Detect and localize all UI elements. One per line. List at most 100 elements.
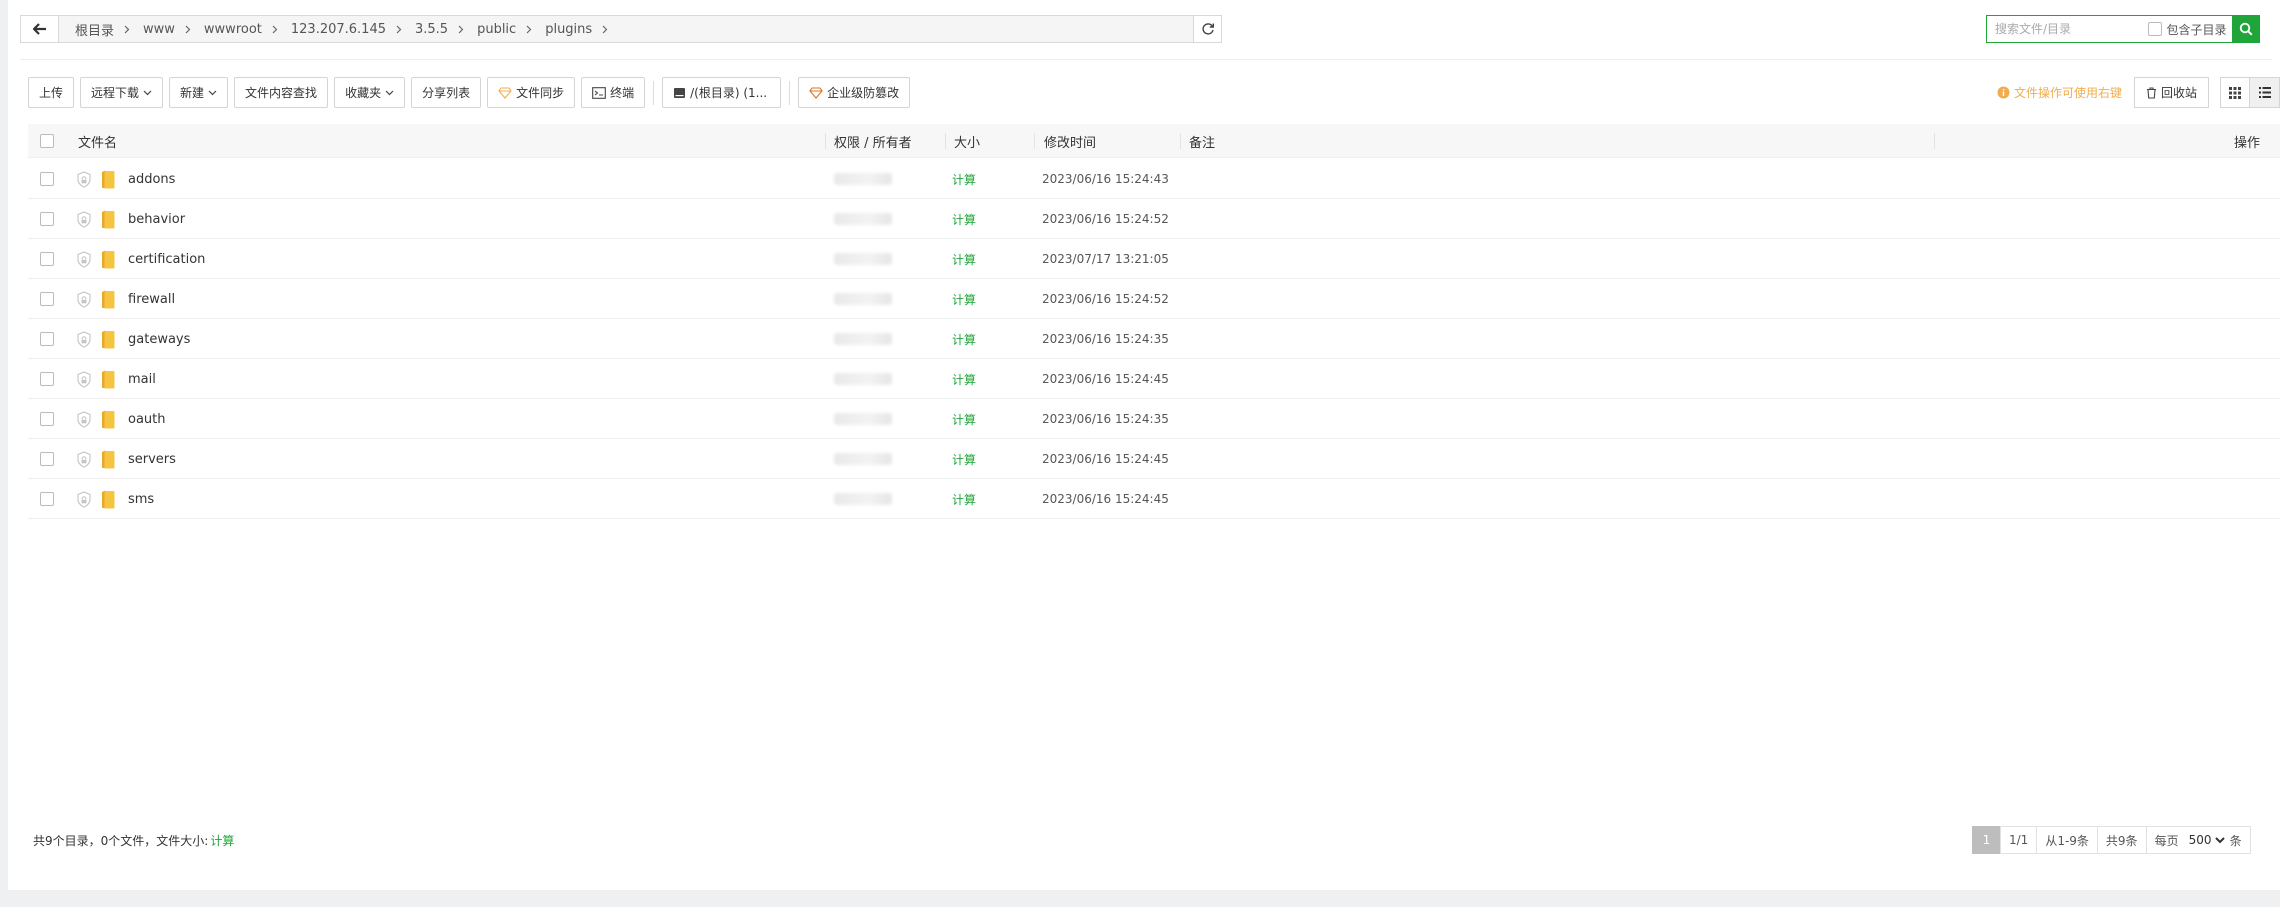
column-permission[interactable]: 权限 / 所有者: [834, 124, 912, 158]
column-name[interactable]: 文件名: [78, 124, 117, 158]
table-row[interactable]: sms 计算 2023/06/16 15:24:45: [28, 479, 2280, 519]
size-calc-link[interactable]: 计算: [952, 211, 976, 228]
lock-shield-icon[interactable]: [76, 439, 92, 479]
include-subdir-checkbox[interactable]: [2148, 22, 2163, 36]
size-calc-link[interactable]: 计算: [952, 331, 976, 348]
column-mtime[interactable]: 修改时间: [1044, 124, 1096, 158]
folder-icon: [101, 399, 115, 439]
breadcrumb-item[interactable]: www: [143, 22, 204, 37]
row-checkbox[interactable]: [40, 212, 54, 226]
column-size[interactable]: 大小: [954, 124, 980, 158]
lock-shield-icon[interactable]: [76, 159, 92, 199]
refresh-button[interactable]: [1193, 16, 1221, 42]
table-row[interactable]: behavior 计算 2023/06/16 15:24:52: [28, 199, 2280, 239]
page-total: 1/1: [2000, 826, 2038, 854]
size-calc-link[interactable]: 计算: [952, 291, 976, 308]
table-row[interactable]: firewall 计算 2023/06/16 15:24:52: [28, 279, 2280, 319]
lock-shield-icon[interactable]: [76, 359, 92, 399]
info-icon: [1997, 86, 2010, 99]
page-range: 从1-9条: [2036, 826, 2098, 854]
permission-owner[interactable]: [834, 399, 892, 439]
row-checkbox[interactable]: [40, 332, 54, 346]
file-name[interactable]: behavior: [128, 212, 185, 227]
permission-owner[interactable]: [834, 279, 892, 319]
breadcrumb-item[interactable]: 3.5.5: [415, 22, 477, 37]
file-name[interactable]: mail: [128, 372, 156, 387]
lock-shield-icon[interactable]: [76, 399, 92, 439]
table-row[interactable]: addons 计算 2023/06/16 15:24:43: [28, 159, 2280, 199]
file-name[interactable]: gateways: [128, 332, 190, 347]
breadcrumb-label: public: [477, 21, 517, 37]
permission-redacted: [834, 493, 892, 505]
size-calc-link[interactable]: 计算: [952, 251, 976, 268]
page-current[interactable]: 1: [1972, 826, 2001, 854]
table-row[interactable]: gateways 计算 2023/06/16 15:24:35: [28, 319, 2280, 359]
file-sync-button[interactable]: 文件同步: [487, 77, 576, 108]
file-name[interactable]: sms: [128, 492, 154, 507]
per-page-unit: 条: [2229, 833, 2242, 848]
search-button[interactable]: [2232, 16, 2259, 42]
breadcrumb-item[interactable]: wwwroot: [204, 22, 291, 37]
permission-owner[interactable]: [834, 239, 892, 279]
file-name[interactable]: servers: [128, 452, 176, 467]
include-subdir-toggle[interactable]: 包含子目录: [2148, 16, 2232, 42]
breadcrumb-item[interactable]: 根目录: [75, 20, 143, 39]
breadcrumb-label: www: [143, 21, 175, 37]
permission-owner[interactable]: [834, 319, 892, 359]
upload-button[interactable]: 上传: [28, 77, 75, 108]
permission-owner[interactable]: [834, 439, 892, 479]
breadcrumb-item[interactable]: plugins: [545, 22, 621, 37]
file-name[interactable]: oauth: [128, 412, 166, 427]
lock-shield-icon[interactable]: [76, 279, 92, 319]
table-row[interactable]: certification 计算 2023/07/17 13:21:05: [28, 239, 2280, 279]
breadcrumb-item[interactable]: 123.207.6.145: [291, 22, 415, 37]
modified-time: 2023/06/16 15:24:45: [1042, 492, 1169, 506]
row-checkbox[interactable]: [40, 292, 54, 306]
permission-owner[interactable]: [834, 479, 892, 519]
row-checkbox[interactable]: [40, 492, 54, 506]
search-input[interactable]: [1987, 16, 2149, 42]
modified-time: 2023/06/16 15:24:35: [1042, 412, 1169, 426]
tamper-proof-button[interactable]: 企业级防篡改: [798, 77, 911, 108]
list-view-button[interactable]: [2249, 77, 2280, 108]
share-list-button[interactable]: 分享列表: [411, 77, 482, 108]
file-name[interactable]: firewall: [128, 292, 175, 307]
new-button[interactable]: 新建: [169, 77, 229, 108]
file-name[interactable]: addons: [128, 172, 175, 187]
lock-shield-icon[interactable]: [76, 199, 92, 239]
lock-shield-icon[interactable]: [76, 239, 92, 279]
footer-calc-link[interactable]: 计算: [210, 834, 234, 848]
permission-redacted: [834, 213, 892, 225]
size-calc-link[interactable]: 计算: [952, 411, 976, 428]
select-all-checkbox[interactable]: [40, 134, 54, 148]
permission-owner[interactable]: [834, 159, 892, 199]
per-page-select[interactable]: 500: [2184, 832, 2228, 848]
lock-shield-icon[interactable]: [76, 479, 92, 519]
lock-shield-icon[interactable]: [76, 319, 92, 359]
size-calc-link[interactable]: 计算: [952, 451, 976, 468]
size-calc-link[interactable]: 计算: [952, 491, 976, 508]
back-button[interactable]: [21, 16, 59, 42]
table-row[interactable]: oauth 计算 2023/06/16 15:24:35: [28, 399, 2280, 439]
size-calc-link[interactable]: 计算: [952, 171, 976, 188]
disk-button[interactable]: /(根目录) (1...: [662, 77, 782, 108]
breadcrumb-item[interactable]: public: [477, 22, 545, 37]
grid-view-button[interactable]: [2220, 77, 2250, 108]
row-checkbox[interactable]: [40, 172, 54, 186]
table-row[interactable]: servers 计算 2023/06/16 15:24:45: [28, 439, 2280, 479]
content-search-button[interactable]: 文件内容查找: [234, 77, 329, 108]
favorites-button[interactable]: 收藏夹: [334, 77, 406, 108]
row-checkbox[interactable]: [40, 252, 54, 266]
size-calc-link[interactable]: 计算: [952, 371, 976, 388]
recycle-bin-button[interactable]: 回收站: [2134, 77, 2209, 108]
row-checkbox[interactable]: [40, 372, 54, 386]
file-name[interactable]: certification: [128, 252, 205, 267]
permission-owner[interactable]: [834, 199, 892, 239]
row-checkbox[interactable]: [40, 452, 54, 466]
permission-owner[interactable]: [834, 359, 892, 399]
path-bar: 根目录 www wwwroot 123.207.6.145 3.5.5 public plu…: [20, 15, 1222, 43]
terminal-button[interactable]: 终端: [581, 77, 646, 108]
remote-download-button[interactable]: 远程下载: [80, 77, 164, 108]
table-row[interactable]: mail 计算 2023/06/16 15:24:45: [28, 359, 2280, 399]
row-checkbox[interactable]: [40, 412, 54, 426]
